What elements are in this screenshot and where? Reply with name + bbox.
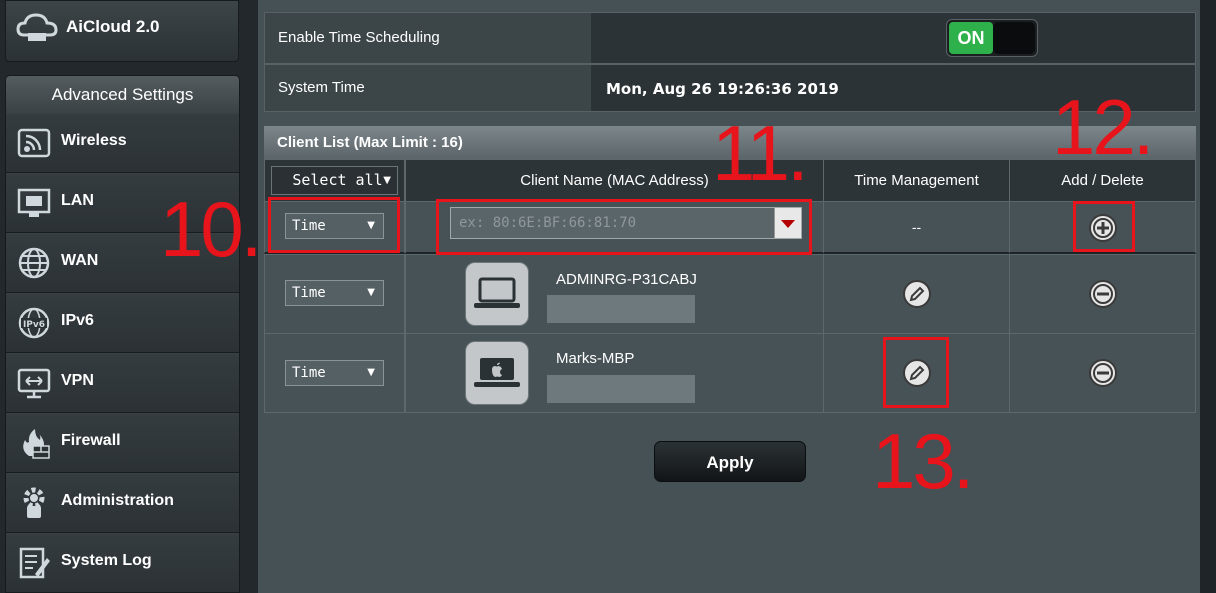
client-row-1-type-cell: Time ▼ [264, 254, 405, 334]
system-time-label: System Time [265, 65, 591, 111]
sidebar-item-label: WAN [61, 252, 99, 269]
client-row-1-delete-cell [1009, 254, 1196, 334]
toggle-on-label: ON [949, 22, 993, 54]
sidebar-item-vpn[interactable]: VPN [6, 353, 239, 413]
aicloud-menu-item[interactable]: AiCloud 2.0 [5, 0, 239, 62]
chevron-down-icon: ▼ [383, 175, 391, 186]
annotation-box-12 [1073, 201, 1135, 252]
annotation-box-10 [268, 197, 400, 253]
lan-icon [17, 188, 51, 217]
firewall-icon [23, 429, 50, 459]
wan-globe-icon [18, 247, 50, 279]
system-time-value: Mon, Aug 26 19:26:36 2019 [606, 80, 839, 98]
chevron-down-icon: ▼ [367, 287, 375, 298]
toggle-knob [993, 22, 1035, 54]
system-log-icon [19, 547, 50, 579]
select-all-label: Select all [292, 171, 383, 189]
time-scheduling-toggle[interactable]: ON [946, 19, 1038, 57]
sidebar-item-ipv6[interactable]: IPv6 IPv6 [6, 293, 239, 353]
administration-gear-icon [23, 487, 45, 518]
type-dropdown-label: Time [292, 285, 326, 301]
annotation-box-11 [436, 199, 812, 255]
type-dropdown-label: Time [292, 365, 326, 381]
time-scheduling-label: Enable Time Scheduling [265, 13, 591, 63]
remove-icon[interactable] [1088, 358, 1118, 388]
annotation-label-13: 13. [872, 417, 974, 505]
sidebar-item-label: Firewall [61, 432, 121, 449]
sidebar: AiCloud 2.0 Advanced Settings Wireless L… [0, 0, 258, 593]
sidebar-item-label: Wireless [61, 132, 127, 149]
annotation-label-12: 12. [1052, 83, 1154, 171]
wireless-icon [17, 128, 51, 158]
client-name: Marks-MBP [556, 350, 635, 367]
client-row-1-type-dropdown[interactable]: Time ▼ [285, 280, 384, 306]
select-all-cell: Select all ▼ [264, 159, 405, 202]
apply-button[interactable]: Apply [654, 441, 806, 482]
svg-text:IPv6: IPv6 [23, 320, 45, 330]
column-header-time-management: Time Management [823, 159, 1010, 202]
edit-pencil-icon[interactable] [902, 279, 932, 309]
client-row-2-type-dropdown[interactable]: Time ▼ [285, 360, 384, 386]
sidebar-item-wireless[interactable]: Wireless [6, 113, 239, 173]
aicloud-icon [16, 13, 58, 41]
select-all-dropdown[interactable]: Select all ▼ [271, 166, 398, 195]
sidebar-item-administration[interactable]: Administration [6, 473, 239, 533]
client-row-1-time-cell [823, 254, 1010, 334]
sidebar-item-label: Administration [61, 492, 174, 509]
right-edge [1200, 0, 1216, 593]
time-scheduling-row: Enable Time Scheduling ON [264, 12, 1196, 64]
sidebar-item-label: VPN [61, 372, 94, 389]
advanced-settings-title: Advanced Settings [6, 76, 239, 113]
time-scheduling-value-cell: ON [591, 13, 1195, 63]
advanced-settings-panel: Advanced Settings Wireless LAN WAN IPv6 … [5, 75, 240, 593]
client-mac-redacted [547, 375, 695, 403]
sidebar-item-firewall[interactable]: Firewall [6, 413, 239, 473]
annotation-box-13 [883, 337, 949, 408]
sidebar-item-label: LAN [61, 192, 94, 209]
client-row-1-name-cell: ADMINRG-P31CABJ [405, 254, 824, 334]
annotation-label-10: 10. [160, 185, 262, 273]
ipv6-globe-icon: IPv6 [18, 307, 50, 339]
client-row-2-name-cell: Marks-MBP [405, 333, 824, 413]
sidebar-item-label: IPv6 [61, 312, 94, 329]
vpn-monitor-icon [17, 368, 51, 399]
client-name: ADMINRG-P31CABJ [556, 271, 697, 288]
aicloud-label: AiCloud 2.0 [66, 17, 160, 36]
new-row-time-management: -- [823, 201, 1010, 254]
client-mac-redacted [547, 295, 695, 323]
client-row-2-delete-cell [1009, 333, 1196, 413]
sidebar-item-system-log[interactable]: System Log [6, 533, 239, 593]
apple-laptop-icon [465, 341, 529, 405]
laptop-icon [465, 262, 529, 326]
chevron-down-icon: ▼ [367, 367, 375, 378]
client-row-2-type-cell: Time ▼ [264, 333, 405, 413]
remove-icon[interactable] [1088, 279, 1118, 309]
sidebar-item-label: System Log [61, 552, 152, 569]
annotation-label-11: 11. [712, 109, 809, 197]
client-list-table: Select all ▼ Client Name (MAC Address) T… [264, 159, 1196, 413]
